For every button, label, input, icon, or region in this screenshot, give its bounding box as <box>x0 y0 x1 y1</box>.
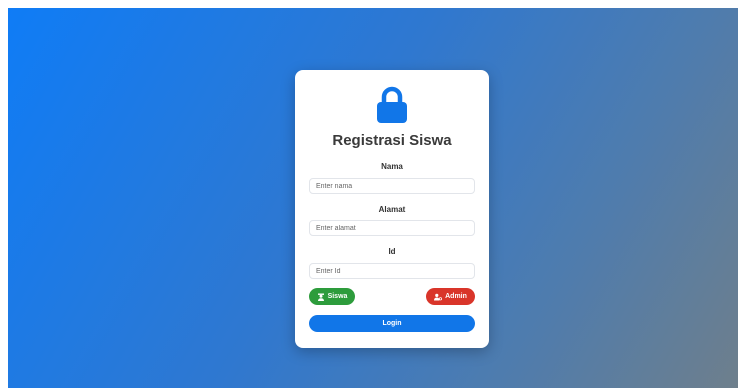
admin-button[interactable]: Admin <box>426 288 475 305</box>
siswa-button[interactable]: Siswa <box>309 288 355 305</box>
id-label: Id <box>388 247 396 256</box>
user-graduate-icon <box>317 293 324 301</box>
alamat-input[interactable] <box>309 220 475 236</box>
registration-card: Registrasi Siswa Nama Alamat Id Siswa Ad… <box>295 70 489 348</box>
page-background: Registrasi Siswa Nama Alamat Id Siswa Ad… <box>8 8 738 388</box>
login-button[interactable]: Login <box>309 315 475 332</box>
nama-label: Nama <box>381 162 403 171</box>
alamat-label: Alamat <box>378 205 406 214</box>
page-title: Registrasi Siswa <box>332 132 452 149</box>
lock-icon <box>377 86 407 123</box>
users-cog-icon <box>434 293 443 300</box>
nama-input[interactable] <box>309 178 475 194</box>
admin-button-label: Admin <box>445 293 467 300</box>
id-input[interactable] <box>309 263 475 279</box>
siswa-button-label: Siswa <box>327 293 348 300</box>
